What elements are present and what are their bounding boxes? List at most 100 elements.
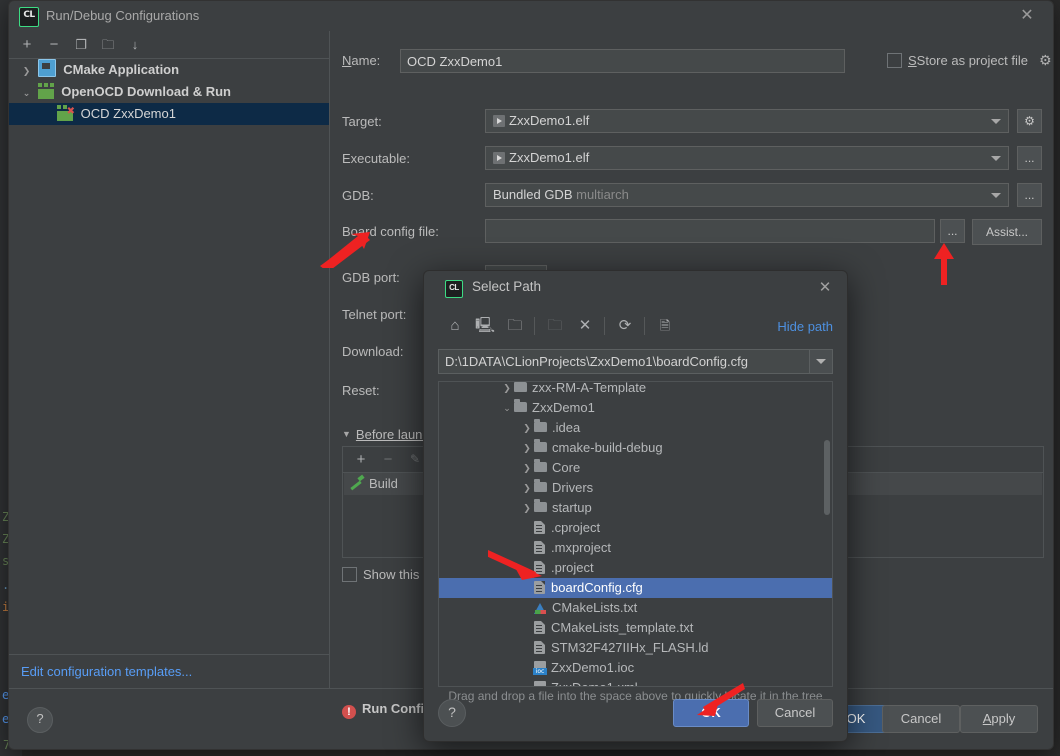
select-path-ok-button[interactable]: OK [673,699,749,727]
error-message: ! Run Config [342,701,432,719]
help-button[interactable]: ? [27,707,53,733]
openocd-icon [37,83,54,99]
select-path-help-button[interactable]: ? [438,699,466,727]
executable-combobox[interactable]: ZxxDemo1.elf [485,146,1009,170]
gear-icon[interactable]: ⚙ [1039,52,1052,69]
folder-icon [534,499,547,512]
file-tree-row[interactable]: STM32F427IIHx_FLASH.ld [439,638,832,658]
close-icon[interactable]: ✕ [813,277,837,299]
chevron-down-icon[interactable] [991,119,1001,124]
tree-item-cmake-application[interactable]: ❯ CMake Application [9,59,329,81]
assist-button[interactable]: Assist... [972,219,1042,245]
chevron-right-icon[interactable]: ❯ [520,438,534,458]
target-combobox[interactable]: ZxxDemo1.elf [485,109,1009,133]
file-icon [534,521,545,534]
home-icon[interactable]: ⌂ [442,313,468,339]
file-tree-row[interactable]: ❯ startup [439,498,832,518]
name-input[interactable] [400,49,845,73]
file-tree-row[interactable]: CMakeLists_template.txt [439,618,832,638]
file-tree-row[interactable]: ❯ Core [439,458,832,478]
delete-icon[interactable]: ✕ [572,313,598,339]
target-settings-button[interactable]: ⚙ [1017,109,1042,133]
edit-configuration-templates-link[interactable]: Edit configuration templates... [21,664,192,679]
before-launch-remove-button[interactable]: − [378,450,398,470]
chevron-right-icon[interactable]: ❯ [19,60,34,82]
before-launch-edit-button[interactable]: ✎ [405,450,425,470]
gdb-port-label: GDB port: [342,270,400,285]
executable-label: Executable: [342,151,410,166]
file-tree-row[interactable]: ZxxDemo1.ioc [439,658,832,678]
left-panel-footer: Edit configuration templates... [9,654,329,689]
close-icon[interactable]: ✕ [1007,3,1047,29]
file-icon [534,581,545,594]
desktop-icon[interactable]: 🖳 [472,313,498,339]
chevron-down-icon[interactable] [991,156,1001,161]
file-icon [534,641,545,654]
file-tree-row[interactable]: CMakeLists.txt [439,598,832,618]
file-tree-scrollbar[interactable] [824,440,830,515]
file-tree-row[interactable]: ❯ Drivers [439,478,832,498]
gdb-browse-button[interactable]: ... [1017,183,1042,207]
file-tree-row[interactable]: ZxxDemo1.xml [439,678,832,686]
board-config-file-input[interactable] [485,219,935,243]
show-this-checkbox[interactable] [342,567,357,582]
tree-item-label: OpenOCD Download & Run [61,84,231,99]
target-label: Target: [342,114,382,129]
chevron-right-icon[interactable]: ❯ [520,478,534,498]
new-folder-icon[interactable]: 🗀 [542,313,568,339]
chevron-down-icon[interactable]: ▼ [342,429,351,439]
new-folder-button[interactable]: 🗀 [98,35,118,55]
cancel-button[interactable]: Cancel [882,705,960,733]
hide-path-link[interactable]: Hide path [777,319,833,334]
store-as-project-file-checkbox[interactable] [887,53,902,68]
telnet-port-label: Telnet port: [342,307,407,322]
tree-item-openocd-download-run[interactable]: ⌄ OpenOCD Download & Run [9,81,329,103]
project-folder-icon[interactable]: 🗀 [502,313,528,339]
copy-configuration-button[interactable]: ❐ [71,35,91,55]
build-icon [350,476,364,490]
store-as-project-file-label: SStore as project file [908,53,1028,68]
chevron-down-icon[interactable]: ⌄ [19,82,34,104]
folder-icon [534,459,547,472]
show-hidden-files-icon[interactable]: 🗎 [652,313,678,339]
before-launch-add-button[interactable]: + [351,450,371,470]
select-path-toolbar: ⌂ 🖳 🗀 🗀 ✕ ⟳ 🗎 Hide path [438,309,833,345]
tree-item-ocd-zxxdemo1[interactable]: OCD ZxxDemo1 [9,101,329,125]
folder-icon [534,419,547,432]
folder-icon [514,382,527,392]
refresh-icon[interactable]: ⟳ [612,313,638,339]
chevron-right-icon[interactable]: ❯ [520,458,534,478]
add-configuration-button[interactable]: + [17,35,37,55]
file-tree-row[interactable]: .project [439,558,832,578]
chevron-down-icon[interactable]: ⌄ [500,398,514,418]
select-path-title: Select Path [472,279,542,294]
run-target-icon [493,152,505,164]
gdb-label: GDB: [342,188,374,203]
chevron-right-icon[interactable]: ❯ [520,418,534,438]
file-tree-row[interactable]: ⌄ ZxxDemo1 [439,398,832,418]
gdb-combobox[interactable]: Bundled GDB multiarch [485,183,1009,207]
dialog-title: Run/Debug Configurations [46,8,200,23]
file-tree-row[interactable]: ❯ .idea [439,418,832,438]
sort-button[interactable]: ↓ [125,35,145,55]
apply-button[interactable]: Apply [960,705,1038,733]
file-tree-row[interactable]: .mxproject [439,538,832,558]
file-tree-row[interactable]: ❯ cmake-build-debug [439,438,832,458]
file-tree-row[interactable]: ❯ zxx-RM-A-Template [439,382,832,398]
executable-browse-button[interactable]: ... [1017,146,1042,170]
chevron-right-icon[interactable]: ❯ [520,498,534,518]
chevron-down-icon[interactable] [991,193,1001,198]
remove-configuration-button[interactable]: − [44,35,64,55]
gdb-value: Bundled GDB multiarch [493,187,629,202]
path-combobox[interactable]: D:\1DATA\CLionProjects\ZxxDemo1\boardCon… [438,349,833,374]
select-path-cancel-button[interactable]: Cancel [757,699,833,727]
file-icon [534,561,545,574]
screen-root: 5 6 7 8 Z Z s . i e e 7 CL Run/Debug Con… [0,0,1060,756]
dialog-titlebar: CL Run/Debug Configurations ✕ [9,1,1053,31]
file-tree-row-selected[interactable]: boardConfig.cfg [439,578,832,598]
file-tree-row[interactable]: .cproject [439,518,832,538]
chevron-down-icon[interactable] [809,350,832,373]
board-config-browse-button[interactable]: ... [940,219,965,243]
chevron-right-icon[interactable]: ❯ [500,382,514,398]
name-label: Name: [342,53,381,68]
